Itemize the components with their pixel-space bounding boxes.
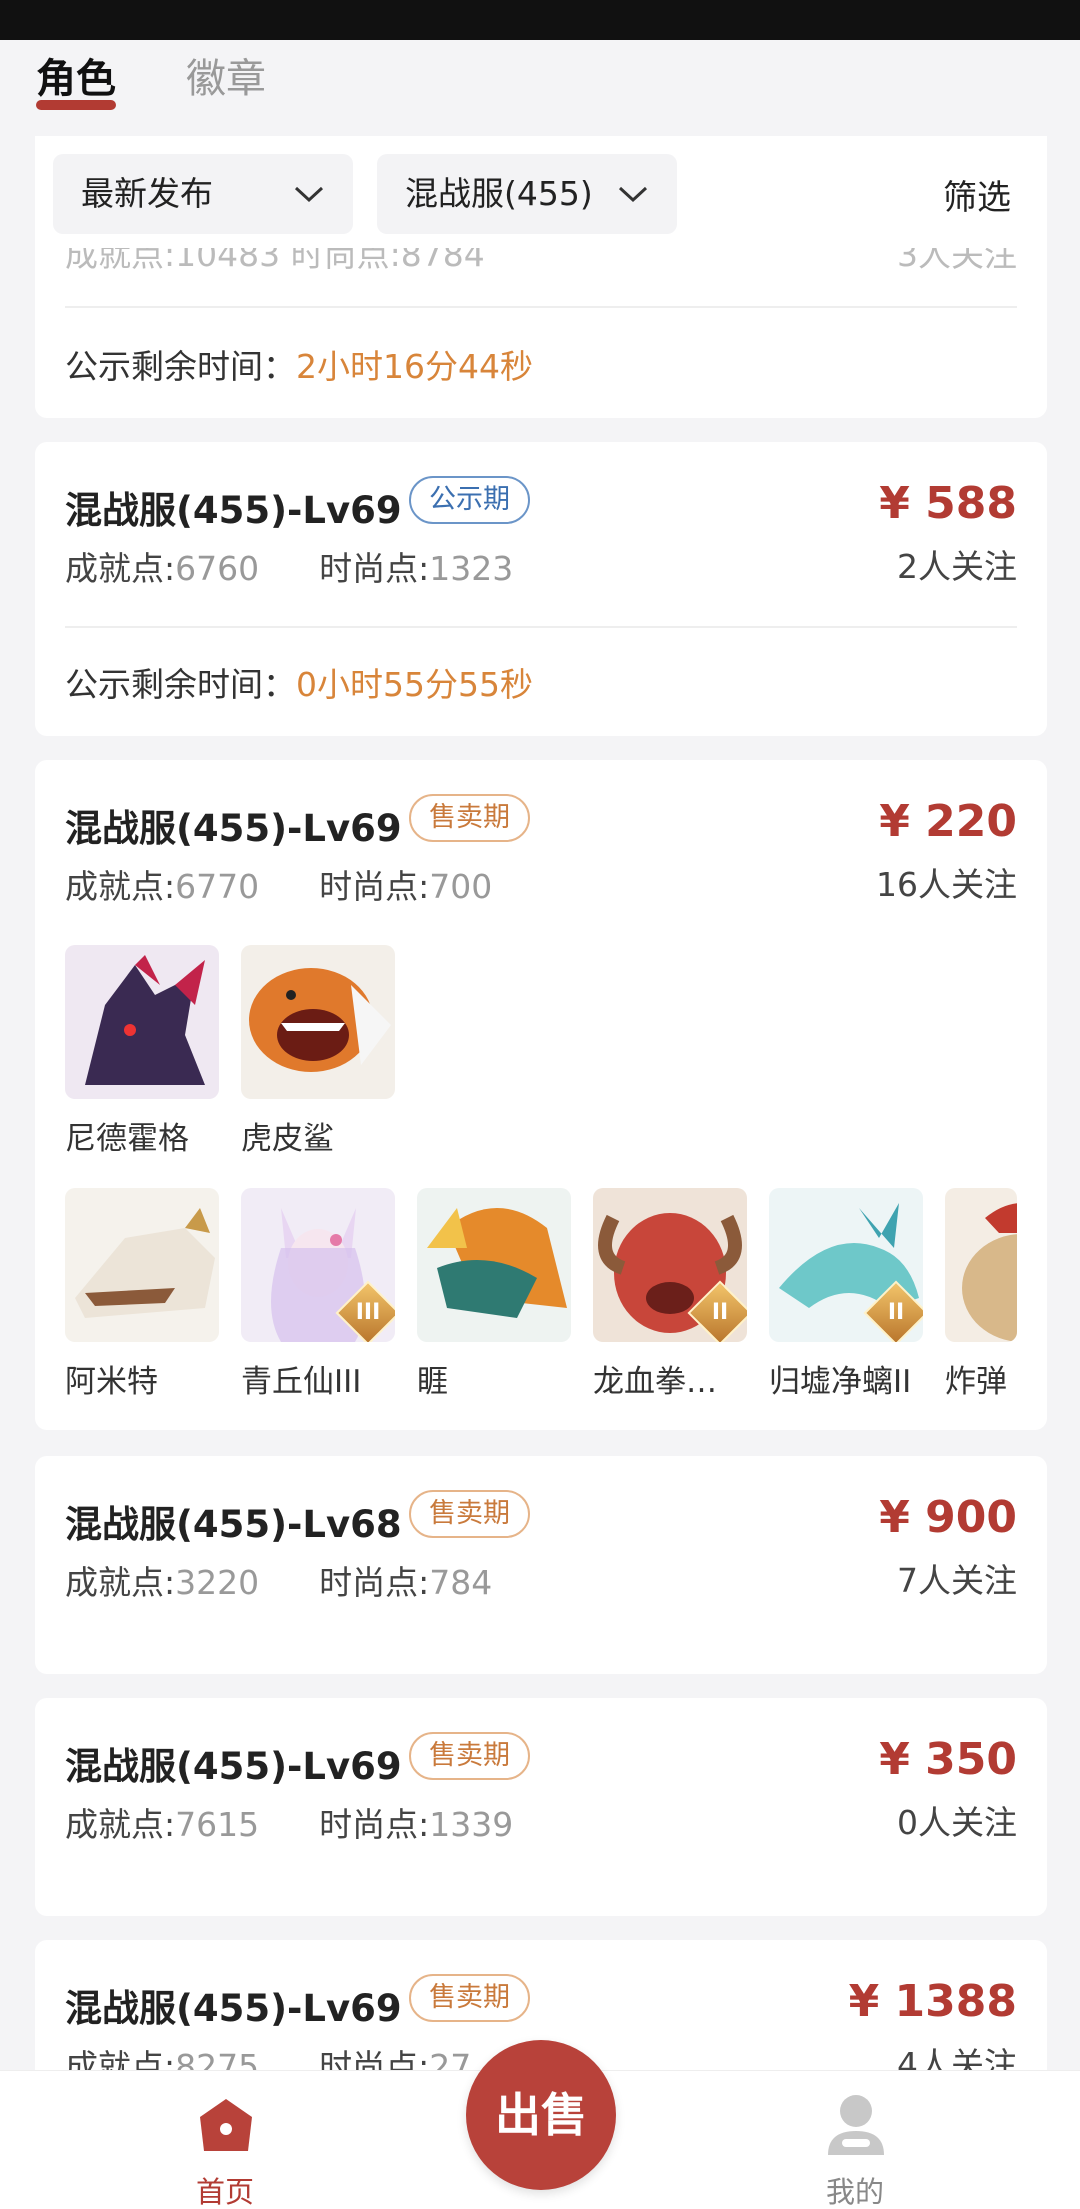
home-icon: [200, 2099, 252, 2151]
follow-count: 0人关注: [897, 1803, 1017, 1842]
server-label: 混战服(455): [405, 174, 593, 213]
achieve-value: 6770: [175, 867, 260, 906]
listing-title: 混战服(455)-Lv69: [65, 1745, 402, 1788]
countdown-label: 公示剩余时间：: [65, 347, 296, 386]
stats-line: 成就点:6760 时尚点:1323: [65, 542, 513, 590]
fashion-value: 784: [429, 1563, 493, 1602]
status-badge: 售卖期: [409, 794, 530, 842]
pet-item[interactable]: 睚: [417, 1188, 571, 1401]
status-badge: 售卖期: [409, 1490, 530, 1538]
listing-card[interactable]: 混战服(455)-Lv69 售卖期 ¥ 220 成就点:6770 时尚点:700 …: [35, 760, 1047, 1430]
status-badge: 售卖期: [409, 1974, 530, 2022]
listing-price: ¥ 588: [879, 478, 1017, 529]
pet-image-bomb: [945, 1188, 1017, 1342]
user-icon: [828, 2095, 884, 2155]
countdown: 公示剩余时间：2小时16分44秒: [65, 340, 533, 388]
pet-name: 龙血拳…: [593, 1364, 717, 1400]
pet-name: 睚: [417, 1364, 448, 1400]
pet-item[interactable]: 虎皮鲨: [241, 945, 395, 1158]
listing-price: ¥ 1388: [848, 1976, 1017, 2027]
pet-image-qingqiu: III: [241, 1188, 395, 1342]
status-badge: 售卖期: [409, 1732, 530, 1780]
achieve-value: 7615: [175, 1805, 260, 1844]
pet-item[interactable]: 阿米特: [65, 1188, 219, 1401]
achieve-value: 3220: [175, 1563, 260, 1602]
pet-item[interactable]: III 青丘仙III: [241, 1188, 395, 1401]
filter-bar: 最新发布 混战服(455) 筛选: [35, 136, 1047, 248]
fashion-label: 时尚点:: [319, 1805, 430, 1844]
listing-title: 混战服(455)-Lv69: [65, 807, 402, 850]
stats-line: 成就点:7615 时尚点:1339: [65, 1798, 513, 1846]
listing-price: ¥ 900: [879, 1492, 1017, 1543]
pet-image-amit: [65, 1188, 219, 1342]
fashion-label: 时尚点:: [319, 549, 430, 588]
pet-item[interactable]: 炸弹: [945, 1188, 1047, 1401]
nav-mine[interactable]: [828, 2093, 884, 2161]
filter-button[interactable]: 筛选: [943, 170, 1011, 219]
divider: [65, 306, 1017, 308]
pet-image-nidhogg: [65, 945, 219, 1099]
pet-name: 青丘仙III: [241, 1364, 362, 1400]
tab-role[interactable]: 角色: [36, 46, 116, 104]
achieve-label: 成就点:: [65, 867, 176, 906]
achieve-label: 成就点:: [65, 1805, 176, 1844]
status-badge: 公示期: [409, 476, 530, 524]
follow-count: 16人关注: [876, 865, 1017, 904]
fashion-label: 时尚点:: [319, 867, 430, 906]
listing-price: ¥ 220: [879, 796, 1017, 847]
countdown: 公示剩余时间：0小时55分55秒: [65, 658, 533, 706]
stats-line: 成就点:6770 时尚点:700: [65, 860, 492, 908]
pet-name: 虎皮鲨: [241, 1121, 334, 1157]
listing-price: ¥ 350: [879, 1734, 1017, 1785]
tab-indicator: [36, 100, 116, 110]
listing-title: 混战服(455)-Lv69: [65, 1987, 402, 2030]
pet-item[interactable]: II 归墟净螭II: [769, 1188, 923, 1401]
sell-button[interactable]: 出售: [466, 2040, 616, 2190]
pet-image-longxue: II: [593, 1188, 747, 1342]
pet-name: 归墟净螭II: [769, 1364, 912, 1400]
chevron-down-icon: [618, 186, 648, 203]
fashion-value: 700: [429, 867, 493, 906]
fashion-value: 1323: [429, 549, 514, 588]
listing-title: 混战服(455)-Lv69: [65, 489, 402, 532]
follow-count: 7人关注: [897, 1561, 1017, 1600]
pet-name: 尼德霍格: [65, 1121, 189, 1157]
fashion-label: 时尚点:: [319, 1563, 430, 1602]
listing-title: 混战服(455)-Lv68: [65, 1503, 402, 1546]
countdown-value: 2小时16分44秒: [296, 347, 533, 386]
achieve-label: 成就点:: [65, 1563, 176, 1602]
pet-item[interactable]: II 龙血拳…: [593, 1188, 747, 1401]
pet-name: 阿米特: [65, 1364, 158, 1400]
pet-image-yazi: [417, 1188, 571, 1342]
pet-name: 炸弹: [945, 1364, 1007, 1400]
countdown-label: 公示剩余时间：: [65, 665, 296, 704]
pet-image-tiger-shark: [241, 945, 395, 1099]
server-dropdown[interactable]: 混战服(455): [377, 154, 677, 234]
pet-item[interactable]: 尼德霍格: [65, 945, 219, 1158]
pet-image-guixu: II: [769, 1188, 923, 1342]
countdown-value: 0小时55分55秒: [296, 665, 533, 704]
follow-count: 2人关注: [897, 547, 1017, 586]
listing-card[interactable]: 混战服(455)-Lv68 售卖期 ¥ 900 成就点:3220 时尚点:784 …: [35, 1456, 1047, 1674]
fashion-value: 1339: [429, 1805, 514, 1844]
divider: [65, 626, 1017, 628]
nav-mine-label: 我的: [826, 2175, 885, 2209]
nav-home-label: 首页: [196, 2175, 255, 2209]
nav-home[interactable]: [196, 2095, 256, 2159]
sort-dropdown[interactable]: 最新发布: [53, 154, 353, 234]
status-bar: [0, 0, 1080, 40]
listing-card[interactable]: 混战服(455)-Lv69 售卖期 ¥ 350 成就点:7615 时尚点:1339…: [35, 1698, 1047, 1916]
stats-line: 成就点:3220 时尚点:784: [65, 1556, 492, 1604]
listing-card[interactable]: 混战服(455)-Lv69 公示期 ¥ 588 成就点:6760 时尚点:1323…: [35, 442, 1047, 736]
listing-scroll-area[interactable]: 成就点:10483 时尚点:8784 3人关注 公示剩余时间：2小时16分44秒…: [0, 0, 1080, 2209]
sort-label: 最新发布: [81, 174, 213, 213]
achieve-value: 6760: [175, 549, 260, 588]
achieve-label: 成就点:: [65, 549, 176, 588]
tab-badge[interactable]: 徽章: [186, 46, 266, 104]
top-tabs: 角色 徽章: [0, 40, 1080, 136]
chevron-down-icon: [294, 186, 324, 203]
